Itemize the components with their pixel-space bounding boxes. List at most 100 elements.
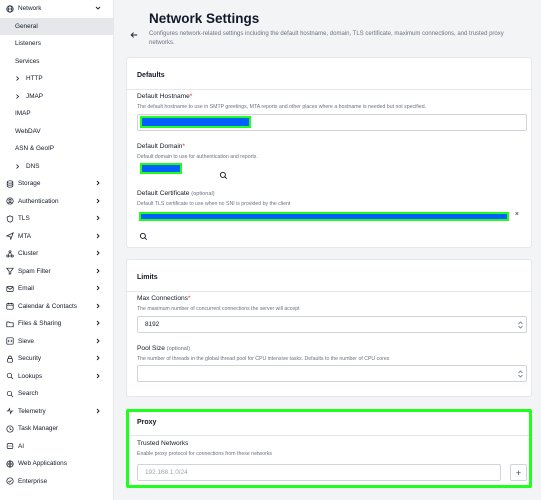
sidebar-item-imap[interactable]: IMAP: [0, 105, 113, 123]
sidebar-item-label: Files & Sharing: [18, 320, 62, 328]
sidebar-item-general[interactable]: General: [0, 17, 113, 35]
sidebar-item-web-applications[interactable]: Web Applications: [0, 455, 113, 473]
sidebar-item-label: Authentication: [18, 197, 59, 205]
sidebar-item-cluster[interactable]: Cluster: [0, 245, 113, 263]
sidebar-item-enterprise[interactable]: Enterprise: [0, 473, 113, 491]
folder-icon: [6, 320, 14, 328]
sidebar-item-label: IMAP: [15, 110, 31, 118]
sidebar-item-label: Spam Filter: [18, 267, 51, 275]
trusted-networks-input[interactable]: 192.168.1.0/24: [137, 464, 501, 481]
sidebar-item-lookups[interactable]: Lookups: [0, 368, 113, 386]
search-icon[interactable]: [139, 228, 148, 241]
sidebar-item-label: Web Applications: [18, 460, 67, 468]
sidebar: Network General Listeners Services HTTP …: [0, 0, 114, 500]
sidebar-item-spam-filter[interactable]: Spam Filter: [0, 263, 113, 281]
sidebar-item-http[interactable]: HTTP: [0, 70, 113, 88]
sidebar-item-sieve[interactable]: Sieve: [0, 333, 113, 351]
lock-icon: [6, 355, 14, 363]
sidebar-item-calendar-contacts[interactable]: Calendar & Contacts: [0, 298, 113, 316]
globe-icon: [6, 5, 14, 13]
sidebar-item-label: Search: [18, 390, 39, 398]
sidebar-item-jmap[interactable]: JMAP: [0, 88, 113, 106]
sidebar-item-listeners[interactable]: Listeners: [0, 35, 113, 53]
sidebar-item-network[interactable]: Network: [0, 0, 113, 18]
pool-size-input[interactable]: [137, 365, 527, 382]
default-hostname-label: Default Hostname*: [137, 93, 193, 100]
chevron-right-icon: [95, 355, 101, 361]
send-icon: [6, 232, 14, 241]
chevron-down-icon: [95, 5, 101, 11]
sidebar-item-label: Network: [18, 5, 42, 13]
mail-icon: [6, 285, 14, 293]
sidebar-item-authentication[interactable]: Authentication: [0, 193, 113, 211]
divider: [127, 291, 531, 292]
clear-button[interactable]: ×: [515, 211, 519, 218]
clock-icon: [6, 425, 14, 433]
chevron-right-icon: [95, 320, 101, 326]
sidebar-item-label: Storage: [18, 180, 41, 188]
redacted-value: [139, 212, 509, 221]
number-stepper[interactable]: [517, 369, 523, 379]
chevron-right-icon: [95, 285, 101, 291]
sidebar-item-telemetry[interactable]: Telemetry: [0, 403, 113, 421]
number-stepper[interactable]: [517, 320, 523, 330]
defaults-title: Defaults: [137, 72, 165, 79]
sidebar-item-label: HTTP: [26, 75, 43, 83]
max-connections-help: The maximum number of concurrent connect…: [137, 306, 300, 312]
user-circle-icon: [6, 197, 14, 205]
search-icon[interactable]: [219, 167, 228, 180]
sidebar-item-security[interactable]: Security: [0, 350, 113, 368]
chevron-right-icon: [95, 303, 101, 309]
default-certificate-input[interactable]: ×: [137, 209, 521, 226]
chevron-right-icon: [95, 180, 101, 186]
chevron-right-icon: [95, 268, 101, 274]
divider: [127, 89, 531, 90]
sidebar-item-label: Telemetry: [18, 407, 46, 415]
sidebar-item-webdav[interactable]: WebDAV: [0, 123, 113, 141]
sidebar-item-tls[interactable]: TLS: [0, 210, 113, 228]
sidebar-item-label: Listeners: [15, 40, 41, 48]
sidebar-item-search[interactable]: Search: [0, 385, 113, 403]
default-domain-label: Default Domain*: [137, 143, 186, 150]
sidebar-item-label: MTA: [18, 232, 32, 240]
sidebar-item-asn-geoip[interactable]: ASN & GeoIP: [0, 140, 113, 158]
search-icon: [6, 390, 14, 398]
trusted-networks-placeholder: 192.168.1.0/24: [145, 469, 188, 476]
sidebar-item-services[interactable]: Services: [0, 53, 113, 71]
default-domain-input[interactable]: [137, 162, 207, 179]
chevron-right-icon: [15, 93, 20, 99]
max-connections-value: 8192: [145, 321, 160, 328]
limits-card: Limits Max Connections* The maximum numb…: [126, 259, 532, 397]
default-hostname-input[interactable]: [137, 114, 527, 131]
sidebar-item-storage[interactable]: Storage: [0, 175, 113, 193]
redacted-value: [140, 163, 182, 174]
default-hostname-help: The default hostname to use in SMTP gree…: [137, 104, 427, 110]
proxy-title: Proxy: [137, 419, 157, 426]
back-arrow-icon[interactable]: [130, 26, 138, 38]
default-domain-help: Default domain to use for authentication…: [137, 154, 258, 160]
code-icon: [6, 337, 14, 345]
browser-icon: [6, 460, 14, 468]
chevron-right-icon: [95, 408, 101, 414]
max-connections-label: Max Connections*: [137, 295, 191, 302]
add-network-button[interactable]: +: [510, 464, 527, 481]
trusted-networks-help: Enable proxy protocol for connections fr…: [137, 451, 272, 457]
search-list-icon: [6, 372, 14, 380]
sidebar-item-task-manager[interactable]: Task Manager: [0, 420, 113, 438]
sidebar-item-ai[interactable]: AI: [0, 438, 113, 456]
sidebar-item-mta[interactable]: MTA: [0, 228, 113, 246]
chevron-right-icon: [95, 338, 101, 344]
database-icon: [6, 180, 14, 188]
sidebar-item-label: WebDAV: [15, 127, 41, 135]
calendar-icon: [6, 302, 14, 310]
chevron-right-icon: [95, 233, 101, 239]
max-connections-input[interactable]: 8192: [137, 316, 527, 333]
sidebar-item-email[interactable]: Email: [0, 280, 113, 298]
sidebar-item-label: General: [15, 22, 38, 30]
sidebar-item-dns[interactable]: DNS: [0, 158, 113, 176]
sidebar-item-label: ASN & GeoIP: [15, 145, 55, 153]
sidebar-item-files-sharing[interactable]: Files & Sharing: [0, 315, 113, 333]
divider: [127, 435, 531, 436]
trusted-networks-label: Trusted Networks: [137, 440, 189, 447]
defaults-card: Defaults Default Hostname* The default h…: [126, 57, 532, 248]
